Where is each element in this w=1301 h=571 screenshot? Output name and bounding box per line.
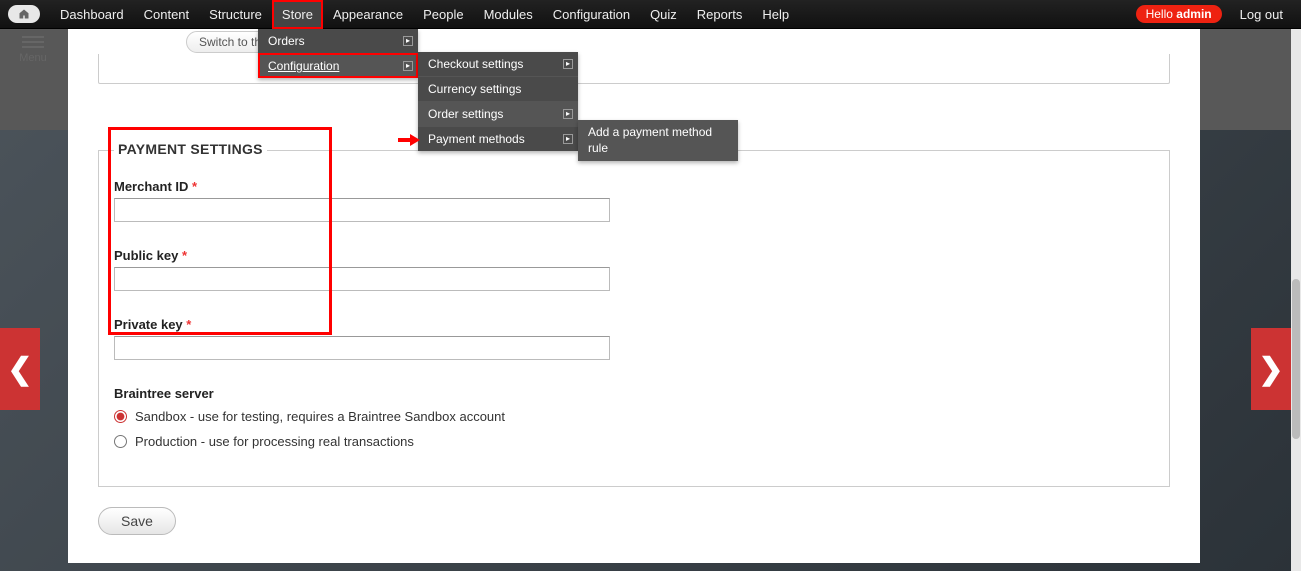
chevron-right-icon: ❯ (1258, 352, 1283, 387)
toolbar-configuration[interactable]: Configuration (543, 0, 640, 29)
submenu-arrow-icon: ▸ (563, 59, 573, 69)
config-menu-order[interactable]: Order settings ▸ (418, 101, 578, 126)
hello-prefix: Hello (1146, 7, 1177, 21)
site-menu-label: Menu (16, 52, 50, 64)
config-menu-checkout[interactable]: Checkout settings ▸ (418, 52, 578, 76)
save-button[interactable]: Save (98, 507, 176, 535)
sandbox-radio[interactable] (114, 410, 127, 423)
home-icon (18, 8, 30, 20)
toolbar-appearance[interactable]: Appearance (323, 0, 413, 29)
home-button[interactable] (8, 5, 40, 23)
public-key-label: Public key * (114, 248, 1154, 263)
required-marker: * (182, 248, 187, 263)
submenu-arrow-icon: ▸ (563, 109, 573, 119)
store-menu-orders[interactable]: Orders ▸ (258, 29, 418, 53)
public-key-input[interactable] (114, 267, 610, 291)
merchant-id-label: Merchant ID * (114, 179, 1154, 194)
config-menu-payment-methods[interactable]: Payment methods ▸ (418, 126, 578, 151)
admin-overlay: Switch to the direct input PAYMENT SETTI… (68, 0, 1200, 563)
scrollbar-thumb[interactable] (1292, 279, 1300, 439)
toolbar-help[interactable]: Help (752, 0, 799, 29)
scrollbar[interactable] (1291, 29, 1301, 571)
admin-toolbar: Dashboard Content Structure Store Appear… (0, 0, 1301, 29)
chevron-left-icon: ❮ (7, 352, 32, 387)
submenu-arrow-icon: ▸ (403, 61, 413, 71)
store-dropdown: Orders ▸ Configuration ▸ (258, 29, 418, 78)
required-marker: * (192, 179, 197, 194)
hello-username: admin (1176, 7, 1211, 21)
store-menu-configuration[interactable]: Configuration ▸ (258, 53, 418, 78)
toolbar-quiz[interactable]: Quiz (640, 0, 687, 29)
payment-methods-dropdown: Add a payment method rule (578, 120, 738, 161)
production-radio[interactable] (114, 435, 127, 448)
submenu-arrow-icon: ▸ (403, 36, 413, 46)
production-radio-label: Production - use for processing real tra… (135, 434, 414, 449)
payment-menu-add-rule[interactable]: Add a payment method rule (578, 120, 738, 161)
required-marker: * (186, 317, 191, 332)
toolbar-store[interactable]: Store (272, 0, 323, 29)
toolbar-reports[interactable]: Reports (687, 0, 753, 29)
toolbar-structure[interactable]: Structure (199, 0, 272, 29)
carousel-next-button[interactable]: ❯ (1251, 328, 1291, 410)
toolbar-modules[interactable]: Modules (474, 0, 543, 29)
toolbar-people[interactable]: People (413, 0, 473, 29)
private-key-label: Private key * (114, 317, 1154, 332)
production-radio-row[interactable]: Production - use for processing real tra… (114, 434, 1154, 449)
merchant-id-input[interactable] (114, 198, 610, 222)
carousel-prev-button[interactable]: ❮ (0, 328, 40, 410)
braintree-server-label: Braintree server (114, 386, 1154, 401)
hamburger-icon (22, 36, 44, 38)
sandbox-radio-label: Sandbox - use for testing, requires a Br… (135, 409, 505, 424)
payment-settings-fieldset: PAYMENT SETTINGS Merchant ID * Public ke… (98, 139, 1170, 487)
logout-link[interactable]: Log out (1236, 5, 1287, 24)
configuration-dropdown: Checkout settings ▸ Currency settings Or… (418, 52, 578, 151)
sandbox-radio-row[interactable]: Sandbox - use for testing, requires a Br… (114, 409, 1154, 424)
config-menu-currency[interactable]: Currency settings (418, 76, 578, 101)
private-key-input[interactable] (114, 336, 610, 360)
fieldset-legend: PAYMENT SETTINGS (114, 141, 267, 157)
submenu-arrow-icon: ▸ (563, 134, 573, 144)
annotation-arrow-icon (398, 134, 420, 146)
toolbar-content[interactable]: Content (134, 0, 200, 29)
toolbar-dashboard[interactable]: Dashboard (50, 0, 134, 29)
user-badge[interactable]: Hello admin (1136, 5, 1222, 23)
site-menu-toggle[interactable]: Menu (16, 33, 50, 64)
